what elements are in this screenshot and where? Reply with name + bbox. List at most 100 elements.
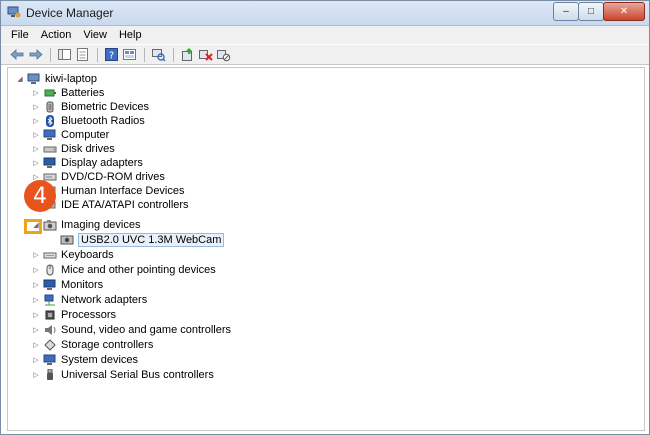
storage-controller-icon [43,339,57,351]
tree-item-label: IDE ATA/ATAPI controllers [61,199,189,211]
tree-item-dvd-drives[interactable]: ▷ DVD/CD-ROM drives [32,170,165,184]
usb-icon [43,369,57,381]
tree-item-processors[interactable]: ▷ Processors [32,308,116,322]
tree-item-computer[interactable]: ▷ Computer [32,128,109,142]
tree-item-label: Network adapters [61,294,148,306]
system-device-icon [43,354,57,366]
tree-item-label: Mice and other pointing devices [61,264,216,276]
tree-item-label: Human Interface Devices [61,185,185,197]
back-arrow-icon[interactable] [9,47,25,63]
tree-root[interactable]: ◢ kiwi-laptop [16,72,97,86]
expand-arrow-icon[interactable]: ▷ [32,131,40,139]
tree-item-sound[interactable]: ▷ Sound, video and game controllers [32,323,231,337]
processor-icon [43,309,57,321]
properties-icon[interactable] [74,47,90,63]
device-manager-window: Device Manager – □ ✕ File Action View He… [0,0,650,435]
expand-arrow-icon[interactable]: ▷ [32,159,40,167]
menu-action[interactable]: Action [35,29,78,41]
sound-icon [43,324,57,336]
tree-item-webcam[interactable]: USB2.0 UVC 1.3M WebCam [60,233,225,247]
tree-item-disk-drives[interactable]: ▷ Disk drives [32,142,115,156]
tree-item-label: Bluetooth Radios [61,115,145,127]
computer-icon [43,129,57,141]
tree-item-network-adapters[interactable]: ▷ Network adapters [32,293,147,307]
tree-item-system-devices[interactable]: ▷ System devices [32,353,138,367]
expand-arrow-icon[interactable]: ▷ [32,251,40,259]
expand-arrow-icon[interactable]: ▷ [32,145,40,153]
svg-text:?: ? [108,51,113,62]
battery-icon [43,87,57,99]
scan-hardware-icon[interactable] [150,47,166,63]
tree-item-label: Computer [61,129,110,141]
menu-help[interactable]: Help [113,29,148,41]
menu-view[interactable]: View [77,29,113,41]
step-number-badge: 4 [24,180,56,212]
minimize-button[interactable]: – [553,2,579,21]
bluetooth-icon [43,115,57,127]
tree-item-usb[interactable]: ▷ Universal Serial Bus controllers [32,368,214,382]
expander-highlight-box [24,219,42,234]
expand-arrow-icon[interactable]: ▷ [32,371,40,379]
tree-item-storage-controllers[interactable]: ▷ Storage controllers [32,338,153,352]
forward-arrow-icon[interactable] [27,47,43,63]
tree-item-bluetooth[interactable]: ▷ Bluetooth Radios [32,114,145,128]
expand-arrow-icon[interactable]: ▷ [32,311,40,319]
tree-item-label: Biometric Devices [61,101,150,113]
device-manager-app-icon [7,6,21,18]
expand-arrow-icon[interactable]: ▷ [32,117,40,125]
tree-root-label: kiwi-laptop [45,73,97,85]
caption-buttons: – □ ✕ [553,2,645,21]
tree-item-label: Processors [61,309,117,321]
expand-arrow-icon[interactable]: ▷ [32,326,40,334]
maximize-button[interactable]: □ [578,2,604,21]
toolbar-separator [97,47,98,62]
tree-item-label: Sound, video and game controllers [61,324,231,336]
show-hide-tree-icon[interactable] [56,47,72,63]
tree-item-ide[interactable]: ▷ IDE ATA/ATAPI controllers [32,198,189,212]
tree-item-display-adapters[interactable]: ▷ Display adapters [32,156,143,170]
expand-arrow-icon[interactable]: ▷ [32,356,40,364]
expand-arrow-icon[interactable]: ▷ [32,103,40,111]
webcam-icon [60,234,74,246]
tree-item-mice[interactable]: ▷ Mice and other pointing devices [32,263,216,277]
window-title: Device Manager [26,6,114,20]
details-icon[interactable] [121,47,137,63]
device-tree-panel[interactable]: ◢ kiwi-laptop ▷ Batteries ▷ Biometric De… [7,67,645,431]
tree-item-label: Batteries [61,87,105,99]
title-bar[interactable]: Device Manager – □ ✕ [1,1,649,26]
tree-item-label: USB2.0 UVC 1.3M WebCam [78,233,225,247]
uninstall-icon[interactable] [197,47,213,63]
tree-item-label: DVD/CD-ROM drives [61,171,165,183]
display-adapter-icon [43,157,57,169]
computer-root-icon [27,73,41,85]
tree-item-label: Monitors [61,279,104,291]
collapse-arrow-icon[interactable]: ◢ [16,75,24,83]
toolbar: ? [1,45,649,65]
expand-arrow-icon[interactable]: ▷ [32,281,40,289]
tree-item-label: Storage controllers [61,339,154,351]
tree-item-monitors[interactable]: ▷ Monitors [32,278,103,292]
help-icon[interactable]: ? [103,47,119,63]
expand-arrow-icon[interactable]: ▷ [32,89,40,97]
monitor-icon [43,279,57,291]
toolbar-separator [50,47,51,62]
mouse-icon [43,264,57,276]
tree-item-label: Display adapters [61,157,143,169]
disable-icon[interactable] [215,47,231,63]
toolbar-separator [173,47,174,62]
close-button[interactable]: ✕ [603,2,645,21]
tree-item-biometric[interactable]: ▷ Biometric Devices [32,100,149,114]
expand-arrow-icon[interactable]: ▷ [32,341,40,349]
menu-file[interactable]: File [1,29,35,41]
tree-item-keyboards[interactable]: ▷ Keyboards [32,248,113,262]
keyboard-icon [43,249,57,261]
menu-bar: File Action View Help [1,26,649,44]
expand-arrow-icon[interactable]: ▷ [32,296,40,304]
update-driver-icon[interactable] [179,47,195,63]
tree-item-batteries[interactable]: ▷ Batteries [32,86,104,100]
tree-item-label: System devices [61,354,139,366]
expand-arrow-icon[interactable]: ▷ [32,266,40,274]
tree-item-imaging-devices[interactable]: ◢ Imaging devices [32,218,140,232]
tree-item-label: Universal Serial Bus controllers [61,369,214,381]
biometric-icon [43,101,57,113]
